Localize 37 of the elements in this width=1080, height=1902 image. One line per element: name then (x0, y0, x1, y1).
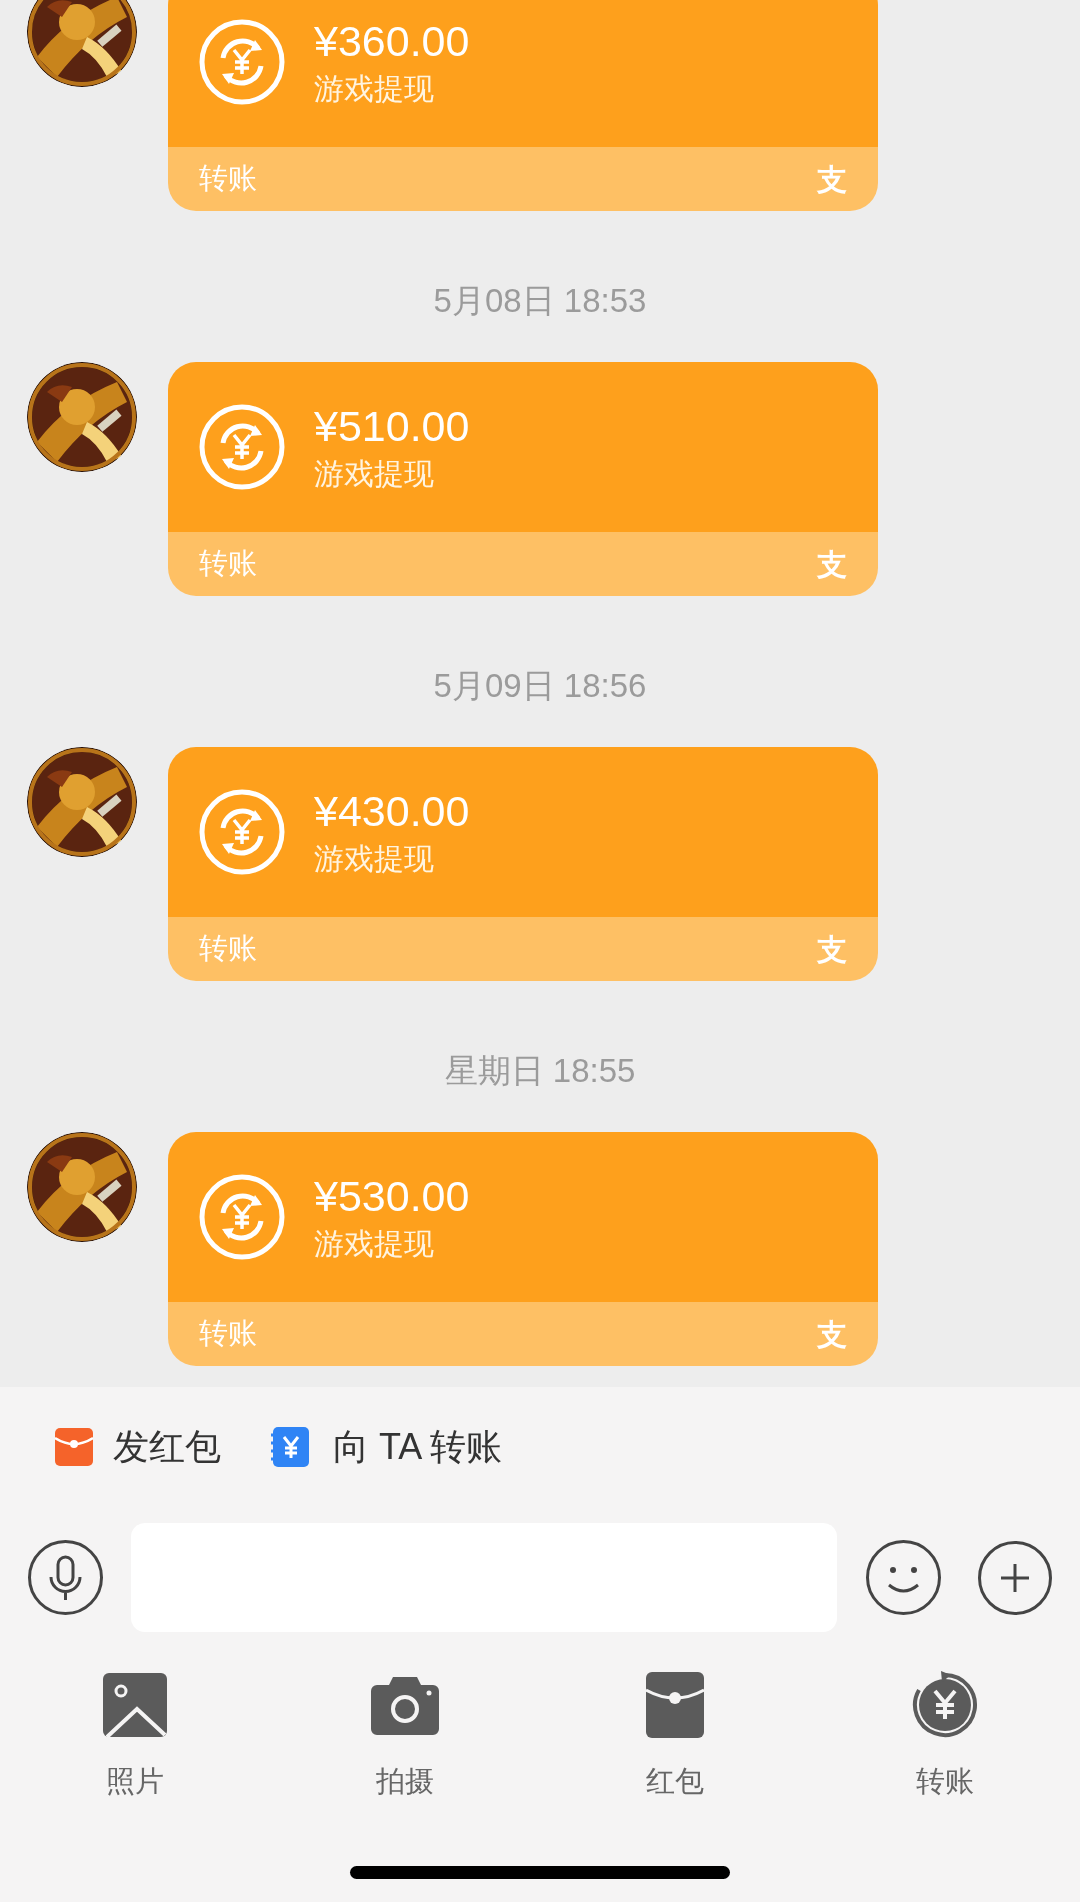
transfer-icon (198, 18, 286, 106)
transfer-icon (911, 1671, 979, 1739)
transfer-icon (198, 788, 286, 876)
quick-action[interactable]: 向 TA 转账 (269, 1420, 503, 1474)
brand-mark: 支 (817, 546, 847, 583)
amount: ¥510.00 (314, 401, 470, 452)
tool-button[interactable]: 转账 (810, 1670, 1080, 1804)
amount: ¥430.00 (314, 786, 470, 837)
tool-button[interactable]: 照片 (0, 1670, 270, 1804)
memo: 游戏提现 (314, 1226, 435, 1262)
add-icon[interactable] (977, 1539, 1053, 1616)
tool-button[interactable]: 拍摄 (270, 1670, 540, 1804)
transfer-icon (198, 403, 286, 491)
microphone-icon[interactable] (27, 1539, 104, 1616)
emoji-icon[interactable] (865, 1539, 942, 1616)
memo: 游戏提现 (314, 456, 435, 492)
card-type-label: 转账 (199, 546, 257, 582)
brand-mark: 支 (817, 931, 847, 968)
brand-mark: 支 (817, 1316, 847, 1353)
brand-mark: 支 (817, 161, 847, 198)
camera-icon (371, 1675, 439, 1735)
image-icon (103, 1673, 167, 1737)
quick-action[interactable]: 发红包 (55, 1420, 221, 1474)
timestamp: 5月09日 18:56 (433, 666, 647, 707)
memo: 游戏提现 (314, 71, 435, 107)
card-type-label: 转账 (199, 1316, 257, 1352)
card-type-label: 转账 (199, 161, 257, 197)
memo: 游戏提现 (314, 841, 435, 877)
timestamp: 星期日 18:55 (444, 1051, 636, 1092)
tool-button[interactable]: 红包 (540, 1670, 810, 1804)
amount: ¥360.00 (314, 16, 470, 67)
envelope-icon (55, 1428, 93, 1466)
transfer-icon (198, 1173, 286, 1261)
card-type-label: 转账 (199, 931, 257, 967)
timestamp: 5月08日 18:53 (433, 281, 647, 322)
envelope-icon (646, 1672, 704, 1738)
amount: ¥530.00 (314, 1171, 470, 1222)
